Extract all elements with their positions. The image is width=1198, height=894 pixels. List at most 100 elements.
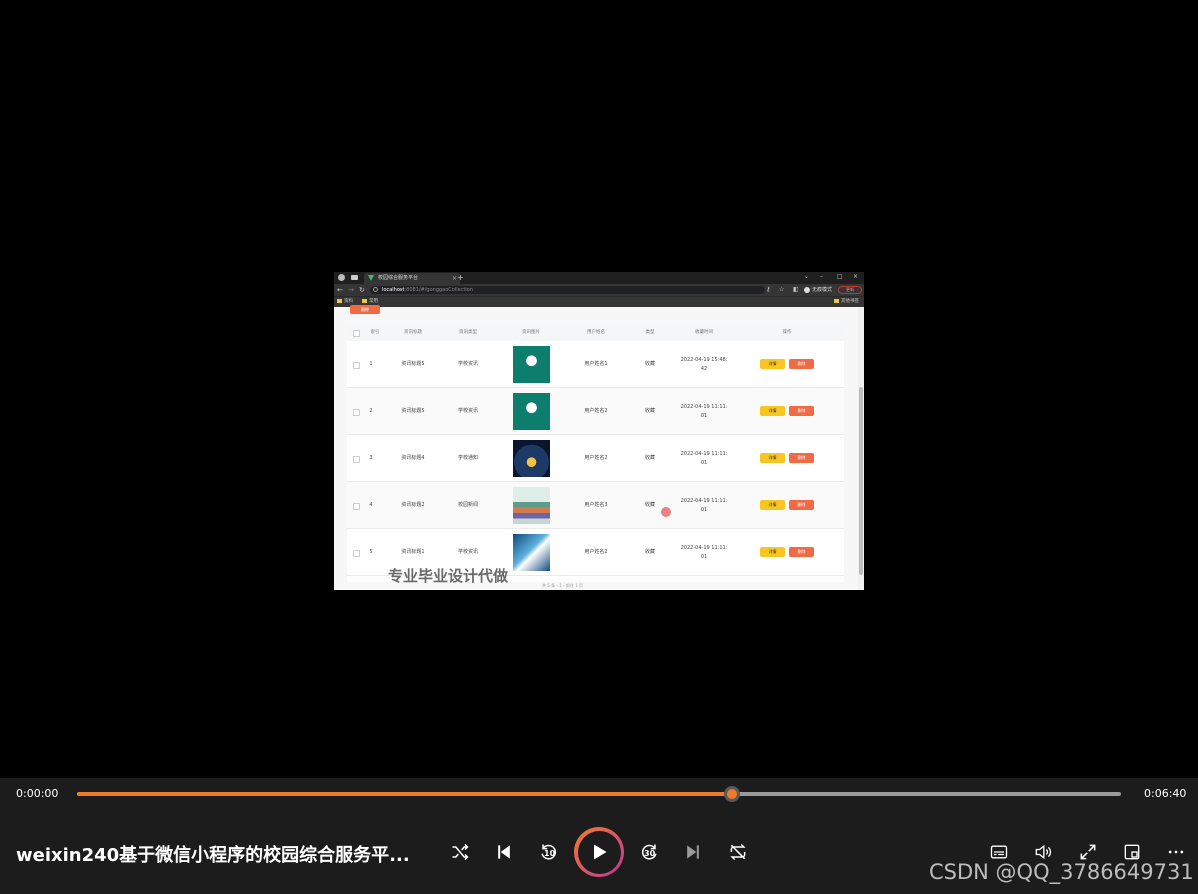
scrollbar-thumb[interactable] (859, 387, 863, 575)
news-image (513, 440, 550, 477)
skip-forward-label: 30 (644, 849, 656, 858)
table-row: 3 资讯标题4 学校通知 用户姓名2 收藏 2022-04-19 11:11: … (347, 435, 844, 482)
total-time: 0:06:40 (1144, 787, 1187, 800)
next-icon[interactable] (680, 839, 706, 865)
column-header: 用户姓名 (587, 330, 605, 335)
collect-type: 收藏 (644, 549, 656, 555)
browser-tab[interactable]: 校园综合服务平台 × (364, 273, 460, 284)
user-name: 用户姓名1 (584, 361, 608, 367)
back-icon[interactable]: ← (337, 284, 343, 296)
incognito-icon (804, 286, 810, 293)
url-path: :8081/#/gonggaoCollection (404, 287, 474, 293)
row-index: 4 (369, 502, 373, 508)
player-controls: 0:00:00 0:06:40 weixin240基于微信小程序的校园综合服务平… (0, 778, 1198, 894)
chevron-down-icon[interactable]: ⌄ (804, 272, 809, 282)
collect-time-cont: 01 (700, 554, 708, 560)
news-title: 资讯标题5 (401, 361, 425, 367)
other-bookmarks[interactable]: 其他书签 (834, 297, 859, 307)
star-icon[interactable]: ☆ (779, 284, 784, 296)
collect-type: 收藏 (644, 361, 656, 367)
maximize-icon[interactable]: □ (837, 272, 843, 282)
bulk-delete-button[interactable]: 删除 (350, 305, 380, 314)
browser-tab-bar: 校园综合服务平台 × + ⌄ – □ × (334, 272, 864, 284)
detail-button[interactable]: 详情 (760, 500, 785, 510)
column-header: 资讯图片 (522, 330, 540, 335)
collect-time: 2022-04-19 15:48: (680, 357, 728, 363)
user-name: 用户姓名3 (584, 502, 608, 508)
page-scrollbar[interactable] (858, 307, 864, 590)
reload-icon[interactable]: ↻ (359, 284, 365, 296)
collect-time: 2022-04-19 11:11: (680, 451, 728, 457)
detail-button[interactable]: 详情 (760, 359, 785, 369)
play-icon (577, 830, 621, 874)
window-close-icon[interactable]: × (853, 272, 858, 282)
skip-forward-icon[interactable]: 30 (637, 839, 663, 865)
browser-menu-icon[interactable] (338, 274, 345, 281)
detail-button[interactable]: 详情 (760, 547, 785, 557)
row-checkbox[interactable] (353, 503, 360, 510)
seek-bar[interactable] (77, 786, 1121, 802)
select-all-checkbox[interactable] (353, 330, 360, 337)
previous-icon[interactable] (491, 839, 517, 865)
forward-icon[interactable]: → (348, 284, 354, 296)
address-bar: ← → ↻ localhost:8081/#/gonggaoCollection… (334, 284, 864, 296)
repeat-off-icon[interactable] (725, 839, 751, 865)
table-row: 2 资讯标题5 学校资讯 用户姓名2 收藏 2022-04-19 11:11: … (347, 388, 844, 435)
delete-button[interactable]: 删除 (789, 359, 814, 369)
pagination[interactable]: 共 5 条 ‹ 1 › 前往 1 页 (542, 583, 583, 589)
news-image (513, 487, 550, 524)
user-name: 用户姓名2 (584, 408, 608, 414)
url-field[interactable]: localhost:8081/#/gonggaoCollection (370, 286, 765, 294)
delete-button[interactable]: 删除 (789, 453, 814, 463)
detail-button[interactable]: 详情 (760, 406, 785, 416)
news-type: 校园新闻 (457, 502, 479, 508)
table-header: 索引 资讯标题 资讯类型 资讯图片 用户姓名 类型 收藏时间 操作 (347, 324, 844, 341)
skip-back-icon[interactable]: 10 (535, 839, 561, 865)
folder-icon (834, 298, 839, 303)
video-title: weixin240基于微信小程序的校园综合服务平... (16, 845, 410, 866)
video-frame[interactable]: 校园综合服务平台 × + ⌄ – □ × ← → ↻ localhost:808… (334, 272, 864, 590)
news-title: 资讯标题4 (401, 455, 425, 461)
delete-button[interactable]: 删除 (789, 406, 814, 416)
user-name: 用户姓名2 (584, 455, 608, 461)
seek-bar-fill (77, 792, 732, 796)
tab-title: 校园综合服务平台 (378, 275, 419, 281)
column-header: 类型 (645, 330, 655, 335)
minimize-icon[interactable]: – (820, 272, 823, 282)
seek-handle[interactable] (723, 786, 740, 802)
table-row: 4 资讯标题2 校园新闻 用户姓名3 收藏 2022-04-19 11:11: … (347, 482, 844, 529)
mouse-cursor (661, 507, 671, 517)
shuffle-icon[interactable] (447, 839, 473, 865)
skip-back-label: 10 (544, 849, 556, 858)
column-header: 索引 (370, 330, 380, 335)
row-index: 3 (369, 455, 373, 461)
delete-button[interactable]: 删除 (789, 547, 814, 557)
collect-time: 2022-04-19 11:11: (680, 498, 728, 504)
incognito-profile[interactable]: 无痕模式 (804, 286, 832, 294)
collect-time-cont: 42 (700, 366, 708, 372)
new-tab-icon[interactable]: + (457, 272, 464, 283)
news-image (513, 346, 550, 383)
site-info-icon[interactable] (373, 287, 378, 292)
csdn-attribution: CSDN @QQ_3786649731 (929, 860, 1194, 884)
collect-time-cont: 01 (700, 507, 708, 513)
collect-time-cont: 01 (700, 460, 708, 466)
play-button[interactable] (574, 827, 624, 877)
sidebar-icon[interactable]: ◧ (793, 284, 799, 296)
row-checkbox[interactable] (353, 362, 360, 369)
collection-table: 索引 资讯标题 资讯类型 资讯图片 用户姓名 类型 收藏时间 操作 1 资讯标题… (347, 324, 844, 582)
tab-list-icon[interactable] (351, 275, 358, 280)
row-checkbox[interactable] (353, 550, 360, 557)
detail-button[interactable]: 详情 (760, 453, 785, 463)
row-checkbox[interactable] (353, 409, 360, 416)
user-name: 用户姓名2 (584, 549, 608, 555)
collect-time: 2022-04-19 11:11: (680, 404, 728, 410)
watermark-text: 专业毕业设计代做 (388, 567, 509, 585)
key-icon[interactable]: ⚷ (766, 284, 770, 296)
update-button[interactable]: 更新 (838, 286, 862, 294)
news-image (513, 534, 550, 571)
delete-button[interactable]: 删除 (789, 500, 814, 510)
table-row: 1 资讯标题5 学校资讯 用户姓名1 收藏 2022-04-19 15:48: … (347, 341, 844, 388)
bookmarks-bar: 资料 常用 其他书签 (334, 296, 864, 307)
row-checkbox[interactable] (353, 456, 360, 463)
